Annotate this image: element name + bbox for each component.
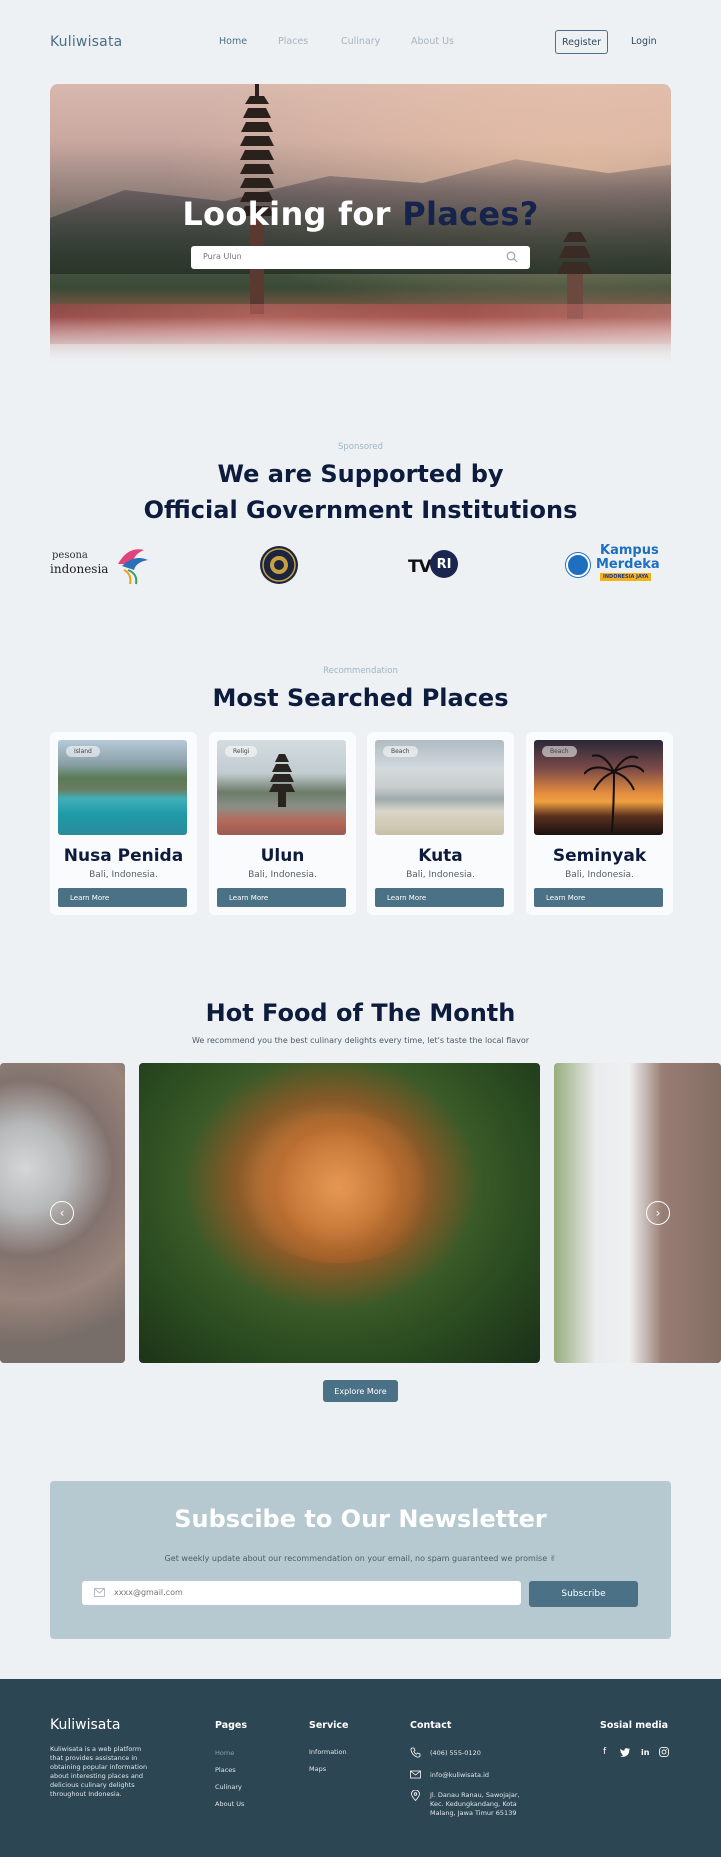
card-title: Nusa Penida xyxy=(63,846,184,866)
footer: Kuliwisata Kuliwisata is a web platform … xyxy=(0,1679,721,1857)
footer-link-about-us[interactable]: About Us xyxy=(215,1800,244,1808)
tvri-logo: TV RI xyxy=(408,540,458,590)
card-title: Seminyak xyxy=(552,846,647,866)
learn-more-button[interactable]: Learn More xyxy=(534,888,663,907)
card-badge: Island xyxy=(66,746,100,757)
food-dish xyxy=(239,1113,439,1263)
card-badge: Beach xyxy=(383,746,418,757)
card-image: Religi xyxy=(217,740,346,835)
recommendation-title: Most Searched Places xyxy=(212,684,509,712)
card-location: Bali, Indonesia. xyxy=(248,870,317,880)
newsletter-section: Subscibe to Our Newsletter Get weekly up… xyxy=(50,1481,671,1639)
sponsored-title-line2: Official Government Institutions xyxy=(143,496,578,524)
footer-email[interactable]: info@kuliwisata.id xyxy=(430,1771,489,1779)
email-icon xyxy=(410,1770,421,1779)
kampus-logo-line1: Kampus xyxy=(600,543,659,558)
card-image: Beach xyxy=(375,740,504,835)
sponsored-title-line1: We are Supported by xyxy=(217,460,504,488)
learn-more-button[interactable]: Learn More xyxy=(217,888,346,907)
place-card-nusa-penida[interactable]: Island Nusa Penida Bali, Indonesia. Lear… xyxy=(50,732,197,915)
card-location: Bali, Indonesia. xyxy=(406,870,475,880)
footer-logo[interactable]: Kuliwisata xyxy=(50,1717,120,1733)
palm-tree-illustration xyxy=(584,754,644,832)
food-slide-next[interactable] xyxy=(554,1063,721,1363)
place-card-ulun[interactable]: Religi Ulun Bali, Indonesia. Learn More xyxy=(209,732,356,915)
facebook-icon[interactable]: f xyxy=(603,1747,606,1757)
pesona-logo-text-bottom: indonesia xyxy=(50,562,109,576)
card-title: Kuta xyxy=(418,846,463,866)
carousel-prev-icon[interactable]: ‹ xyxy=(50,1201,74,1225)
top-navbar: Kuliwisata Home Places Culinary About Us… xyxy=(0,0,721,84)
government-seal-logo xyxy=(259,540,299,590)
footer-link-maps[interactable]: Maps xyxy=(309,1765,326,1773)
card-location: Bali, Indonesia. xyxy=(89,870,158,880)
footer-description: Kuliwisata is a web platform that provid… xyxy=(50,1745,148,1798)
search-input[interactable] xyxy=(203,252,493,261)
food-title: Hot Food of The Month xyxy=(205,999,516,1027)
card-image: Beach xyxy=(534,740,663,835)
place-card-kuta[interactable]: Beach Kuta Bali, Indonesia. Learn More xyxy=(367,732,514,915)
search-icon[interactable] xyxy=(506,251,518,263)
hero-title: Looking for Places? xyxy=(0,195,721,233)
footer-link-home[interactable]: Home xyxy=(215,1749,234,1757)
footer-social-title: Sosial media xyxy=(600,1720,669,1731)
kampus-logo-line3: INDONESIA JAYA xyxy=(600,573,652,581)
location-pin-icon xyxy=(411,1790,420,1801)
card-location: Bali, Indonesia. xyxy=(565,870,634,880)
tvri-logo-tv: TV xyxy=(408,557,432,577)
footer-address: Jl. Danau Ranau, Sawojajar, Kec. Kedungk… xyxy=(430,1791,520,1817)
kampus-merdeka-logo: Kampus Merdeka INDONESIA JAYA xyxy=(566,540,671,590)
card-image: Island xyxy=(58,740,187,835)
place-card-seminyak[interactable]: Beach Seminyak Bali, Indonesia. Learn Mo… xyxy=(526,732,673,915)
carousel-next-icon[interactable]: › xyxy=(646,1201,670,1225)
footer-link-information[interactable]: Information xyxy=(309,1748,347,1756)
nav-about-us[interactable]: About Us xyxy=(411,36,454,47)
pagoda-illustration xyxy=(269,754,295,807)
phone-icon xyxy=(410,1747,421,1758)
footer-contact-title: Contact xyxy=(410,1720,452,1731)
login-button[interactable]: Login xyxy=(631,36,657,47)
newsletter-email-input[interactable] xyxy=(114,1588,494,1597)
footer-service-title: Service xyxy=(309,1720,349,1731)
card-badge: Beach xyxy=(542,746,577,757)
newsletter-subtitle: Get weekly update about our recommendati… xyxy=(164,1554,557,1563)
hero-title-prefix: Looking for xyxy=(182,195,391,233)
nav-culinary[interactable]: Culinary xyxy=(341,36,380,47)
explore-more-button[interactable]: Explore More xyxy=(323,1380,398,1402)
footer-link-culinary[interactable]: Culinary xyxy=(215,1783,242,1791)
kampus-logo-line2: Merdeka xyxy=(596,557,660,572)
pesona-indonesia-logo: pesona indonesia xyxy=(50,540,150,590)
nav-places[interactable]: Places xyxy=(278,36,308,47)
pesona-logo-text-top: pesona xyxy=(52,550,88,561)
newsletter-email-box[interactable] xyxy=(82,1581,521,1605)
subscribe-button[interactable]: Subscribe xyxy=(529,1581,638,1607)
pesona-bird-icon xyxy=(118,549,148,585)
card-badge: Religi xyxy=(225,746,258,757)
hero-fade xyxy=(50,317,671,367)
food-subtitle: We recommend you the best culinary delig… xyxy=(191,1036,530,1045)
hero-title-accent: Places? xyxy=(402,195,539,233)
logo[interactable]: Kuliwisata xyxy=(50,34,122,50)
mail-icon xyxy=(94,1588,105,1597)
register-button[interactable]: Register xyxy=(555,30,608,54)
learn-more-button[interactable]: Learn More xyxy=(58,888,187,907)
footer-pages-title: Pages xyxy=(215,1720,248,1731)
nav-home[interactable]: Home xyxy=(219,36,247,47)
food-slide-current[interactable] xyxy=(139,1063,540,1363)
footer-link-places[interactable]: Places xyxy=(215,1766,236,1774)
card-title: Ulun xyxy=(260,846,305,866)
learn-more-button[interactable]: Learn More xyxy=(375,888,504,907)
newsletter-title: Subscibe to Our Newsletter xyxy=(174,1505,547,1533)
footer-phone[interactable]: (406) 555-0120 xyxy=(430,1749,481,1757)
sponsored-eyebrow: Sponsored xyxy=(338,442,383,452)
instagram-icon[interactable] xyxy=(659,1747,669,1757)
recommendation-eyebrow: Recommendation xyxy=(323,666,398,676)
tvri-logo-ri: RI xyxy=(430,550,458,578)
linkedin-icon[interactable]: in xyxy=(641,1748,649,1757)
hero-search-box[interactable] xyxy=(191,246,530,269)
twitter-icon[interactable] xyxy=(620,1748,630,1757)
